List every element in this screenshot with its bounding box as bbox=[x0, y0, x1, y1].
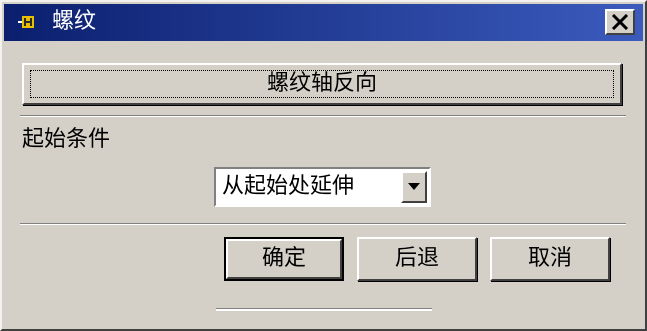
reverse-thread-axis-label: 螺纹轴反向 bbox=[266, 71, 377, 96]
separator-top bbox=[20, 115, 626, 117]
ok-button-label: 确定 bbox=[261, 246, 306, 271]
start-condition-value: 从起始处延伸 bbox=[222, 174, 355, 199]
title-bar[interactable]: 螺纹 bbox=[4, 4, 643, 41]
start-condition-dropdown[interactable]: 从起始处延伸 bbox=[214, 167, 431, 207]
start-condition-label: 起始条件 bbox=[22, 127, 111, 152]
ok-button[interactable]: 确定 bbox=[224, 237, 344, 281]
cancel-button[interactable]: 取消 bbox=[490, 237, 610, 281]
thread-dialog: 螺纹 螺纹轴反向 起始条件 从起始处延伸 确定 后退 取消 bbox=[0, 0, 647, 331]
close-icon bbox=[611, 14, 629, 30]
chevron-down-icon bbox=[408, 183, 420, 190]
app-icon bbox=[18, 16, 34, 28]
window-title: 螺纹 bbox=[52, 9, 97, 34]
back-button-label: 后退 bbox=[394, 246, 439, 271]
back-button[interactable]: 后退 bbox=[357, 237, 477, 281]
cancel-button-label: 取消 bbox=[527, 246, 572, 271]
reverse-thread-axis-button[interactable]: 螺纹轴反向 bbox=[22, 63, 622, 105]
separator-bottom bbox=[20, 223, 626, 225]
close-button[interactable] bbox=[605, 9, 635, 35]
resize-grip[interactable] bbox=[216, 308, 432, 311]
dropdown-arrow-button[interactable] bbox=[401, 171, 427, 203]
